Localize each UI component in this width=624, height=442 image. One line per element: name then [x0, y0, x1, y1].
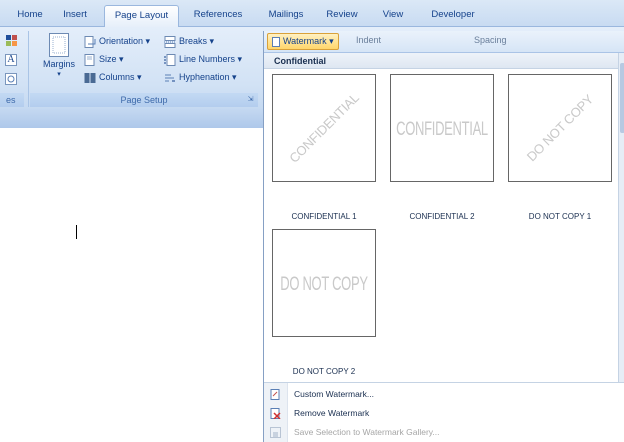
orientation-button[interactable]: Orientation ▾ — [84, 33, 150, 49]
orientation-label: Orientation ▾ — [99, 36, 151, 46]
chevron-down-icon: ▾ — [57, 71, 61, 78]
margins-button[interactable]: Margins ▾ — [40, 31, 78, 91]
save-to-gallery-label: Save Selection to Watermark Gallery... — [294, 427, 440, 437]
watermark-button-label: Watermark ▾ — [283, 36, 334, 46]
line-numbers-icon — [164, 53, 176, 66]
custom-watermark-menu-item[interactable]: Custom Watermark... — [264, 385, 624, 403]
orientation-icon — [84, 35, 96, 48]
gallery-section-header: Confidential — [264, 53, 618, 69]
line-numbers-label: Line Numbers ▾ — [179, 54, 243, 64]
page-setup-group-label: Page Setup — [30, 93, 258, 107]
breaks-icon — [164, 35, 176, 48]
hyphenation-label: Hyphenation ▾ — [179, 72, 237, 82]
watermark-caption: CONFIDENTIAL 2 — [409, 212, 475, 221]
spacing-label: Spacing — [474, 35, 507, 45]
hyphenation-button[interactable]: Hyphenation ▾ — [164, 69, 237, 85]
tab-review[interactable]: Review — [322, 5, 362, 27]
themes-colors-button[interactable] — [6, 32, 20, 48]
watermark-caption: DO NOT COPY 2 — [292, 367, 356, 376]
custom-watermark-label: Custom Watermark... — [294, 389, 374, 399]
remove-watermark-icon — [270, 408, 281, 419]
watermark-preview-text: DO NOT COPY — [523, 91, 597, 165]
watermark-icon — [272, 36, 280, 47]
watermark-preview-text: DO NOT COPY — [280, 271, 368, 295]
size-button[interactable]: Size ▾ — [84, 51, 124, 67]
watermark-preview-text: CONFIDENTIAL — [286, 90, 362, 166]
watermark-preview-text: CONFIDENTIAL — [396, 116, 488, 140]
tab-developer[interactable]: Developer — [424, 5, 482, 27]
themes-group-label: es — [0, 93, 24, 107]
theme-colors-icon — [6, 35, 17, 47]
remove-watermark-label: Remove Watermark — [294, 408, 370, 418]
tab-view[interactable]: View — [376, 5, 410, 27]
columns-icon — [84, 72, 96, 83]
page-background-toolbar: Watermark ▾ Indent Spacing — [264, 31, 624, 53]
watermark-menu: Custom Watermark... Remove Watermark Sav… — [264, 382, 624, 442]
watermark-confidential-1[interactable]: CONFIDENTIAL — [272, 74, 376, 182]
tab-page-layout[interactable]: Page Layout — [104, 5, 179, 27]
tab-home[interactable]: Home — [10, 5, 50, 27]
breaks-button[interactable]: Breaks ▾ — [164, 33, 214, 49]
themes-effects-button[interactable] — [5, 70, 20, 86]
watermark-caption: CONFIDENTIAL 1 — [291, 212, 357, 221]
size-label: Size ▾ — [99, 54, 124, 64]
dialog-launcher-icon[interactable]: ⇲ — [246, 95, 255, 104]
columns-button[interactable]: Columns ▾ — [84, 69, 142, 85]
tab-references[interactable]: References — [186, 5, 250, 27]
theme-effects-icon — [5, 72, 17, 85]
watermark-do-not-copy-1[interactable]: DO NOT COPY — [508, 74, 612, 182]
save-gallery-icon — [270, 427, 281, 438]
watermark-do-not-copy-2[interactable]: DO NOT COPY — [272, 229, 376, 337]
watermark-gallery-dropdown: Watermark ▾ Indent Spacing Confidential … — [263, 31, 624, 442]
columns-label: Columns ▾ — [99, 72, 142, 82]
remove-watermark-menu-item[interactable]: Remove Watermark — [264, 404, 624, 422]
ribbon-tab-bar: Home Insert Page Layout References Maili… — [0, 0, 624, 27]
line-numbers-button[interactable]: Line Numbers ▾ — [164, 51, 242, 67]
hyphenation-icon — [165, 74, 175, 82]
tab-insert[interactable]: Insert — [56, 5, 94, 27]
watermark-button[interactable]: Watermark ▾ — [267, 33, 339, 50]
tab-mailings[interactable]: Mailings — [262, 5, 310, 27]
indent-label: Indent — [356, 35, 382, 45]
ruler-strip — [0, 109, 263, 128]
breaks-label: Breaks ▾ — [179, 36, 215, 46]
document-page[interactable] — [0, 128, 263, 442]
text-cursor — [76, 225, 77, 239]
watermark-confidential-2[interactable]: CONFIDENTIAL — [390, 74, 494, 182]
group-separator — [28, 31, 29, 107]
margins-icon — [49, 33, 69, 57]
margins-label: Margins — [42, 59, 75, 69]
theme-fonts-icon: A — [5, 54, 17, 66]
scrollbar-thumb[interactable] — [620, 63, 624, 133]
custom-watermark-icon — [270, 389, 280, 400]
themes-fonts-button[interactable]: A — [5, 51, 17, 67]
page-size-icon — [84, 53, 95, 66]
save-to-gallery-menu-item[interactable]: Save Selection to Watermark Gallery... — [264, 423, 624, 441]
watermark-caption: DO NOT COPY 1 — [528, 212, 592, 221]
